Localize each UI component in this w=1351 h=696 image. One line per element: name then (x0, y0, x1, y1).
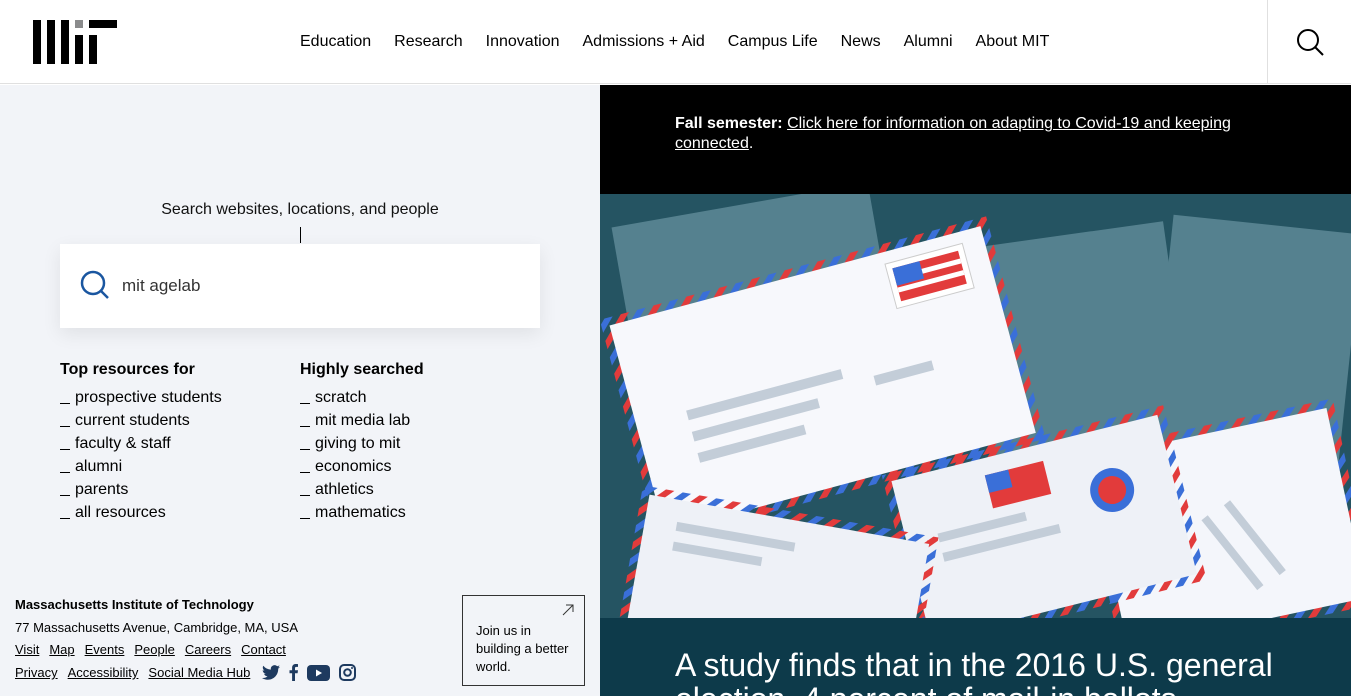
notice-label: Fall semester: (675, 115, 783, 132)
footer-links-primary: Visit Map Events People Careers Contact (15, 642, 286, 657)
nav-research[interactable]: Research (394, 33, 462, 51)
join-us-card[interactable]: Join us in building a better world. (462, 595, 585, 686)
join-us-text: Join us in building a better world. (476, 623, 569, 674)
footer-link-map[interactable]: Map (49, 642, 74, 657)
search-label-divider (300, 227, 301, 243)
facebook-icon[interactable] (289, 664, 299, 681)
resource-link[interactable]: all resources (60, 501, 280, 524)
notice-text: Fall semester: Click here for informatio… (675, 115, 1231, 152)
institute-address: 77 Massachusetts Avenue, Cambridge, MA, … (15, 620, 299, 635)
search-icon (80, 270, 109, 299)
search-label: Search websites, locations, and people (161, 201, 439, 218)
searched-link[interactable]: athletics (300, 478, 520, 501)
footer-link-social-media-hub[interactable]: Social Media Hub (148, 665, 250, 680)
nav-about-mit[interactable]: About MIT (976, 33, 1050, 51)
site-header: Education Research Innovation Admissions… (0, 0, 1351, 84)
search-icon (1296, 29, 1324, 56)
nav-campus-life[interactable]: Campus Life (728, 33, 818, 51)
top-resources-title: Top resources for (60, 361, 195, 378)
footer-links-secondary: Privacy Accessibility Social Media Hub (15, 664, 357, 681)
resource-link[interactable]: alumni (60, 455, 280, 478)
main-nav: Education Research Innovation Admissions… (300, 0, 1072, 84)
resource-link[interactable]: parents (60, 478, 280, 501)
hero-image[interactable] (600, 194, 1351, 618)
twitter-icon[interactable] (262, 665, 281, 680)
searched-link[interactable]: mathematics (300, 501, 520, 524)
searched-link[interactable]: mit media lab (300, 409, 520, 432)
institute-name: Massachusetts Institute of Technology (15, 597, 254, 612)
mit-logo[interactable] (33, 20, 117, 64)
highly-searched-title: Highly searched (300, 361, 424, 378)
footer-link-people[interactable]: People (134, 642, 174, 657)
nav-news[interactable]: News (841, 33, 881, 51)
hero-caption[interactable]: A study finds that in the 2016 U.S. gene… (600, 618, 1351, 696)
nav-admissions-aid[interactable]: Admissions + Aid (583, 33, 705, 51)
hero-caption-text: A study finds that in the 2016 U.S. gene… (675, 647, 1273, 696)
resource-link[interactable]: faculty & staff (60, 432, 280, 455)
footer-link-contact[interactable]: Contact (241, 642, 286, 657)
search-box (60, 244, 540, 328)
searched-link[interactable]: economics (300, 455, 520, 478)
instagram-icon[interactable] (339, 664, 357, 681)
highly-searched-column: Highly searched scratch mit media lab gi… (300, 361, 520, 524)
footer-link-careers[interactable]: Careers (185, 642, 231, 657)
youtube-icon[interactable] (307, 664, 331, 681)
search-toggle-button[interactable] (1267, 0, 1351, 84)
footer-link-privacy[interactable]: Privacy (15, 665, 58, 680)
footer-link-accessibility[interactable]: Accessibility (68, 665, 139, 680)
nav-education[interactable]: Education (300, 33, 371, 51)
notice-banner: Fall semester: Click here for informatio… (600, 85, 1351, 194)
external-arrow-icon (562, 604, 574, 616)
search-input[interactable] (122, 266, 522, 306)
resource-link[interactable]: current students (60, 409, 280, 432)
nav-alumni[interactable]: Alumni (904, 33, 953, 51)
social-links (262, 664, 357, 681)
ballot-envelopes-illustration (600, 194, 1351, 618)
searched-link[interactable]: giving to mit (300, 432, 520, 455)
footer-link-visit[interactable]: Visit (15, 642, 39, 657)
top-resources-column: Top resources for prospective students c… (60, 361, 280, 524)
footer-link-events[interactable]: Events (85, 642, 125, 657)
search-panel: Search websites, locations, and people T… (0, 85, 600, 696)
searched-link[interactable]: scratch (300, 386, 520, 409)
resource-link[interactable]: prospective students (60, 386, 280, 409)
nav-innovation[interactable]: Innovation (486, 33, 560, 51)
